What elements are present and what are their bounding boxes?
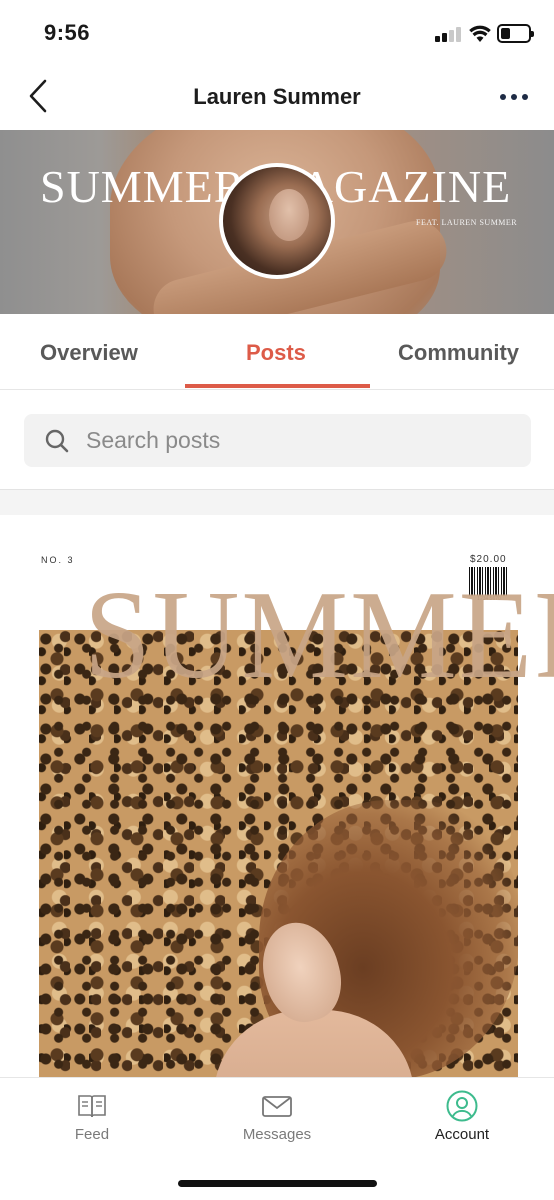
- book-icon: [78, 1095, 106, 1118]
- cover-title: SUMMER: [84, 564, 554, 705]
- profile-avatar[interactable]: [219, 163, 335, 279]
- search-icon: [45, 429, 69, 453]
- tabbar-messages[interactable]: Messages: [217, 1090, 337, 1143]
- search-input[interactable]: [86, 414, 506, 467]
- home-indicator: [178, 1180, 377, 1187]
- more-options-button[interactable]: [494, 82, 534, 112]
- section-divider: [0, 489, 554, 515]
- tabbar-account[interactable]: Account: [402, 1090, 522, 1143]
- nav-bar: Lauren Summer: [0, 62, 554, 130]
- user-circle-icon: [446, 1090, 478, 1122]
- envelope-icon: [262, 1096, 292, 1117]
- cover-price: $20.00: [470, 554, 507, 565]
- battery-icon: [497, 24, 534, 43]
- ellipsis-icon: [500, 94, 506, 100]
- tab-community[interactable]: Community: [398, 340, 519, 366]
- banner-subtitle: FEAT. LAUREN SUMMER: [416, 218, 518, 227]
- tabbar-feed[interactable]: Feed: [32, 1090, 152, 1143]
- issue-number: NO. 3: [41, 555, 75, 565]
- tabbar-messages-label: Messages: [242, 1126, 312, 1143]
- tabbar-account-label: Account: [434, 1126, 490, 1143]
- page-title: Lauren Summer: [193, 84, 361, 109]
- tabbar-feed-label: Feed: [74, 1126, 110, 1143]
- post-card[interactable]: NO. 3 $20.00 1234 5670 SUMMER: [0, 515, 554, 1077]
- active-tab-indicator: [185, 384, 370, 388]
- status-time: 9:56: [44, 20, 91, 45]
- status-bar: 9:56: [0, 0, 554, 62]
- tab-overview[interactable]: Overview: [40, 340, 138, 366]
- profile-tabs: Overview Posts Community: [0, 314, 554, 390]
- tab-posts[interactable]: Posts: [246, 340, 306, 366]
- cellular-signal-icon: [435, 26, 461, 42]
- wifi-icon: [469, 25, 491, 42]
- search-bar[interactable]: [24, 414, 531, 467]
